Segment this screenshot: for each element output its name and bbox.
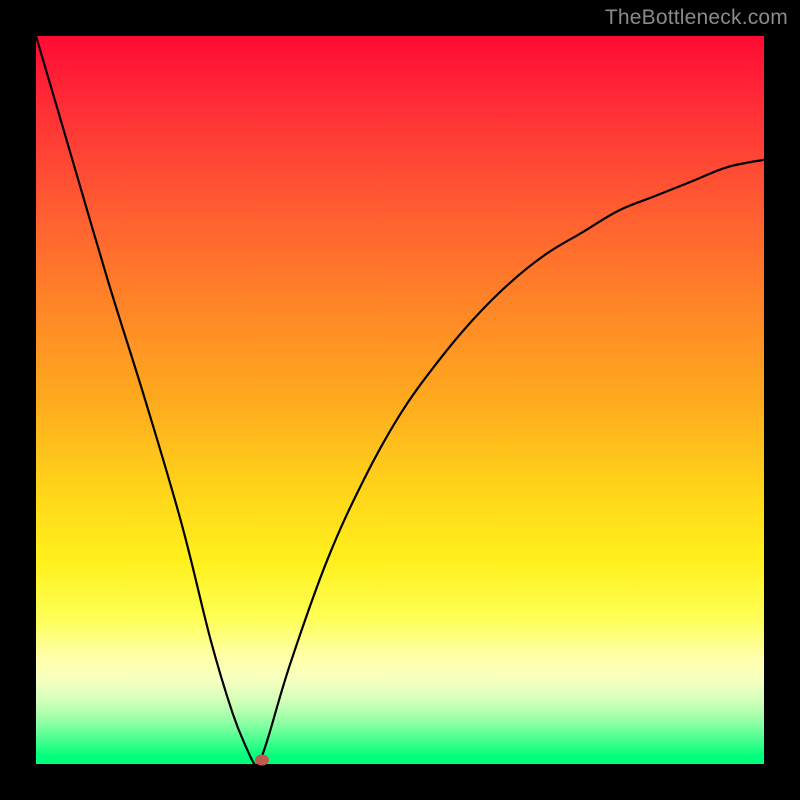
plot-area: [36, 36, 764, 764]
bottleneck-curve: [36, 36, 764, 764]
watermark-text: TheBottleneck.com: [605, 6, 788, 30]
optimal-marker: [255, 755, 269, 766]
chart-frame: TheBottleneck.com: [0, 0, 800, 800]
